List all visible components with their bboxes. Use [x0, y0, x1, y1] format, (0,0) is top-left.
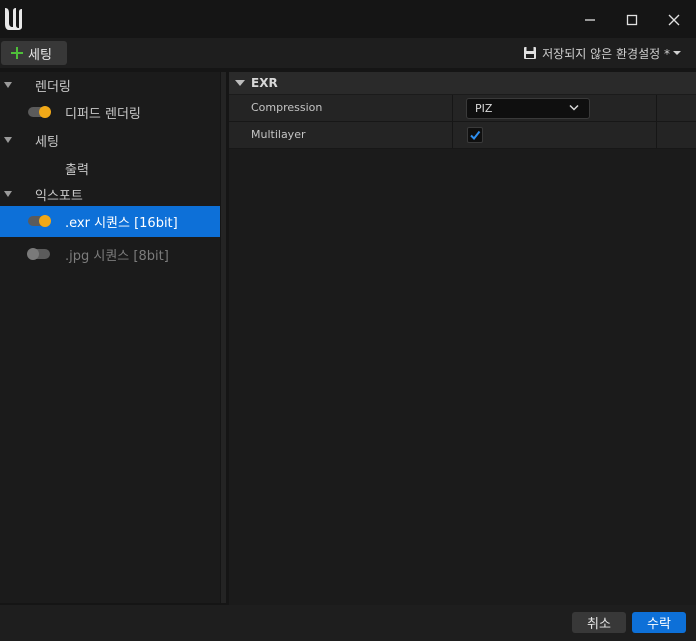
property-row-multilayer: Multilayer	[229, 122, 696, 149]
tree-item-deferred-rendering[interactable]: 디퍼드 렌더링	[0, 98, 220, 126]
column-divider[interactable]	[452, 95, 453, 121]
maximize-icon[interactable]	[620, 8, 644, 32]
section-title: EXR	[251, 76, 278, 90]
multilayer-checkbox[interactable]	[467, 127, 483, 143]
caret-down-icon	[673, 51, 681, 55]
unsaved-config-label: 저장되지 않은 환경설정 *	[542, 46, 670, 61]
enable-toggle[interactable]	[28, 215, 51, 227]
tree-item-label: .exr 시퀀스 [16bit]	[65, 216, 178, 231]
tree-item-label: .jpg 시퀀스 [8bit]	[65, 248, 169, 264]
tree-category-export[interactable]: 익스포트	[0, 180, 220, 208]
accept-button[interactable]: 수락	[632, 612, 686, 633]
tree-item-jpg-sequence[interactable]: .jpg 시퀀스 [8bit]	[0, 240, 220, 268]
column-divider	[656, 122, 657, 148]
tree-category-rendering[interactable]: 렌더링	[0, 71, 220, 99]
unsaved-config-dropdown[interactable]: 저장되지 않은 환경설정 *	[523, 44, 682, 62]
checkmark-icon	[470, 130, 481, 141]
expand-arrow-icon[interactable]	[4, 82, 12, 88]
plus-icon	[11, 47, 23, 59]
details-panel	[229, 72, 696, 605]
enable-toggle[interactable]	[27, 248, 50, 260]
column-divider	[656, 95, 657, 121]
unreal-logo-icon	[2, 6, 24, 32]
expand-arrow-icon[interactable]	[4, 137, 12, 143]
enable-toggle[interactable]	[28, 106, 51, 118]
add-setting-label: 세팅	[28, 47, 52, 63]
property-name: Compression	[251, 101, 323, 114]
tree-item-label: 출력	[65, 162, 89, 178]
tree-category-label: 익스포트	[35, 188, 83, 204]
property-row-compression: Compression PIZ	[229, 95, 696, 122]
chevron-down-icon	[569, 104, 579, 111]
section-header-exr[interactable]: EXR	[229, 72, 696, 94]
tree-category-label: 세팅	[35, 134, 59, 150]
minimize-icon[interactable]	[578, 8, 602, 32]
collapse-arrow-icon[interactable]	[235, 80, 245, 86]
save-disk-icon	[524, 47, 537, 59]
tree-item-label: 디퍼드 렌더링	[65, 106, 141, 122]
tree-category-settings[interactable]: 세팅	[0, 126, 220, 154]
compression-value: PIZ	[475, 102, 493, 115]
panel-splitter[interactable]	[221, 72, 226, 603]
column-divider[interactable]	[452, 122, 453, 148]
tree-category-label: 렌더링	[35, 79, 71, 95]
expand-arrow-icon[interactable]	[4, 191, 12, 197]
compression-dropdown[interactable]: PIZ	[466, 98, 590, 119]
tree-item-output[interactable]: 출력	[0, 154, 220, 182]
tree-item-exr-sequence[interactable]: .exr 시퀀스 [16bit]	[0, 206, 220, 237]
property-name: Multilayer	[251, 128, 306, 141]
cancel-button[interactable]: 취소	[572, 612, 626, 633]
add-setting-button[interactable]: 세팅	[1, 41, 67, 65]
close-icon[interactable]	[662, 8, 686, 32]
